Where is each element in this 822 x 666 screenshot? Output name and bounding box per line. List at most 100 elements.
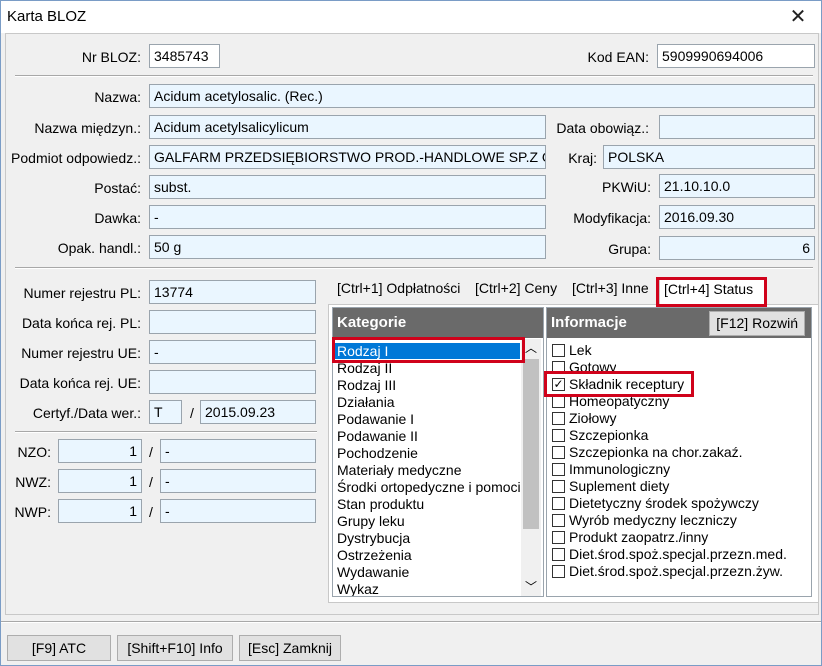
- atc-button[interactable]: [F9] ATC: [7, 635, 111, 661]
- kategorie-item[interactable]: Podawanie I: [337, 411, 414, 428]
- nwp-field-2[interactable]: -: [160, 499, 316, 523]
- nwz-field[interactable]: 1: [58, 469, 142, 493]
- checkbox-label: Szczepionka na chor.zakaź.: [569, 444, 743, 460]
- nr-bloz-field[interactable]: 3485743: [149, 44, 220, 68]
- kategorie-item[interactable]: Podawanie II: [337, 428, 418, 445]
- separator: [15, 431, 317, 433]
- checkbox-produkt-zaopatrz[interactable]: [552, 531, 565, 544]
- kategorie-item[interactable]: Środki ortopedyczne i pomoci: [337, 479, 520, 496]
- nwz-slash: /: [149, 474, 153, 490]
- checkbox-ziolowy[interactable]: [552, 412, 565, 425]
- kategorie-item[interactable]: Materiały medyczne: [337, 462, 462, 479]
- informacje-list: Informacje [F12] Rozwiń Lek Gotowy ✓ Skł…: [546, 307, 812, 597]
- scroll-down-icon[interactable]: ﹀: [521, 578, 541, 596]
- pkwiu-label: PKWiU:: [602, 179, 651, 195]
- kategorie-item[interactable]: Wydawanie: [337, 564, 409, 581]
- separator: [1, 621, 821, 623]
- nwp-slash: /: [149, 504, 153, 520]
- certyf-date-field[interactable]: 2015.09.23: [200, 400, 316, 424]
- dawka-field[interactable]: -: [149, 205, 546, 229]
- window-title: Karta BLOZ: [7, 8, 87, 25]
- kraj-label: Kraj:: [568, 150, 597, 166]
- scroll-thumb[interactable]: [523, 359, 539, 529]
- podmiot-field[interactable]: GALFARM PRZEDSIĘBIORSTWO PROD.-HANDLOWE …: [149, 145, 546, 169]
- kod-ean-label: Kod EAN:: [587, 49, 649, 65]
- kategorie-item[interactable]: Rodzaj III: [337, 377, 396, 394]
- postac-field[interactable]: subst.: [149, 175, 546, 199]
- checkbox-label: Produkt zaopatrz./inny: [569, 529, 709, 545]
- nr-bloz-label: Nr BLOZ:: [81, 49, 141, 65]
- checkbox-label: Homeopatyczny: [569, 393, 670, 409]
- numer-rej-pl-field[interactable]: 13774: [149, 280, 316, 304]
- checkbox-label: Lek: [569, 342, 592, 358]
- tab-inne[interactable]: [Ctrl+3] Inne: [568, 277, 654, 305]
- checkbox-wyrob-medyczny[interactable]: [552, 514, 565, 527]
- data-konca-pl-label: Data końca rej. PL:: [21, 315, 141, 331]
- nazwa-field[interactable]: Acidum acetylosalic. (Rec.): [149, 84, 815, 108]
- checkbox-diet-med[interactable]: [552, 548, 565, 561]
- checkbox-skladnik-receptury[interactable]: ✓: [552, 378, 565, 391]
- expand-button[interactable]: [F12] Rozwiń: [709, 311, 805, 336]
- postac-label: Postać:: [94, 180, 141, 196]
- nzo-field-2[interactable]: -: [160, 439, 316, 463]
- checkbox-label: Składnik receptury: [569, 376, 685, 392]
- nwp-field[interactable]: 1: [58, 499, 142, 523]
- nazwa-label: Nazwa:: [94, 89, 141, 105]
- nwz-label: NWZ:: [15, 474, 51, 490]
- checkbox-suplement-diety[interactable]: [552, 480, 565, 493]
- kategorie-item[interactable]: Ostrzeżenia: [337, 547, 412, 564]
- checkbox-label: Wyrób medyczny leczniczy: [569, 512, 737, 528]
- nazwa-miedzyn-field[interactable]: Acidum acetylsalicylicum: [149, 115, 546, 139]
- checkbox-dietetyczny[interactable]: [552, 497, 565, 510]
- opak-handl-field[interactable]: 50 g: [149, 235, 546, 259]
- kategorie-item[interactable]: Grupy leku: [337, 513, 405, 530]
- tab-odplatnosci[interactable]: [Ctrl+1] Odpłatności: [333, 277, 467, 305]
- pkwiu-field[interactable]: 21.10.10.0: [659, 174, 815, 198]
- close-icon[interactable]: ✕: [775, 1, 821, 33]
- checkbox-label: Szczepionka: [569, 427, 649, 443]
- separator: [15, 75, 813, 77]
- checkbox-szczepionka-zakaz[interactable]: [552, 446, 565, 459]
- modyfikacja-field[interactable]: 2016.09.30: [659, 205, 815, 229]
- kraj-field[interactable]: POLSKA: [603, 145, 815, 169]
- nwz-field-2[interactable]: -: [160, 469, 316, 493]
- kategorie-scrollbar[interactable]: ︿ ﹀: [521, 339, 541, 596]
- numer-rej-ue-field[interactable]: -: [149, 340, 316, 364]
- checkbox-label: Diet.środ.spoż.specjal.przezn.żyw.: [569, 563, 783, 579]
- kategorie-header: Kategorie: [333, 308, 543, 338]
- checkbox-gotowy[interactable]: [552, 361, 565, 374]
- tab-status[interactable]: [Ctrl+4] Status: [659, 277, 765, 307]
- nwp-label: NWP:: [14, 504, 51, 520]
- checkbox-label: Dietetyczny środek spożywczy: [569, 495, 759, 511]
- tab-ceny[interactable]: [Ctrl+2] Ceny: [471, 277, 567, 305]
- checkbox-diet-zyw[interactable]: [552, 565, 565, 578]
- scroll-up-icon[interactable]: ︿: [521, 339, 541, 357]
- checkbox-lek[interactable]: [552, 344, 565, 357]
- separator: [15, 267, 813, 269]
- kategorie-item[interactable]: Rodzaj I: [337, 343, 388, 360]
- kod-ean-field[interactable]: 5909990694006: [657, 44, 815, 68]
- info-button[interactable]: [Shift+F10] Info: [117, 635, 233, 661]
- kategorie-item[interactable]: Dystrybucja: [337, 530, 410, 547]
- kategorie-item[interactable]: Wykaz: [337, 581, 379, 596]
- data-konca-pl-field[interactable]: [149, 310, 316, 334]
- kategorie-item[interactable]: Działania: [337, 394, 395, 411]
- close-button[interactable]: [Esc] Zamknij: [239, 635, 341, 661]
- checkbox-homeopatyczny[interactable]: [552, 395, 565, 408]
- grupa-field[interactable]: 6: [659, 236, 815, 260]
- checkbox-immunologiczny[interactable]: [552, 463, 565, 476]
- kategorie-item[interactable]: Pochodzenie: [337, 445, 418, 462]
- karta-bloz-window: Karta BLOZ ✕ Nr BLOZ: 3485743 Kod EAN: 5…: [0, 0, 822, 666]
- data-obowiaz-field[interactable]: [659, 115, 815, 139]
- kategorie-item[interactable]: Stan produktu: [337, 496, 424, 513]
- checkbox-szczepionka[interactable]: [552, 429, 565, 442]
- checkbox-label: Gotowy: [569, 359, 617, 371]
- certyf-slash: /: [190, 405, 194, 421]
- certyf-field[interactable]: T: [149, 400, 182, 424]
- data-konca-ue-field[interactable]: [149, 370, 316, 394]
- informacje-title: Informacje: [551, 314, 627, 331]
- kategorie-item[interactable]: Rodzaj II: [337, 360, 392, 377]
- certyf-label: Certyf./Data wer.:: [32, 405, 141, 421]
- nzo-field[interactable]: 1: [58, 439, 142, 463]
- nazwa-miedzyn-label: Nazwa międzyn.:: [34, 120, 141, 136]
